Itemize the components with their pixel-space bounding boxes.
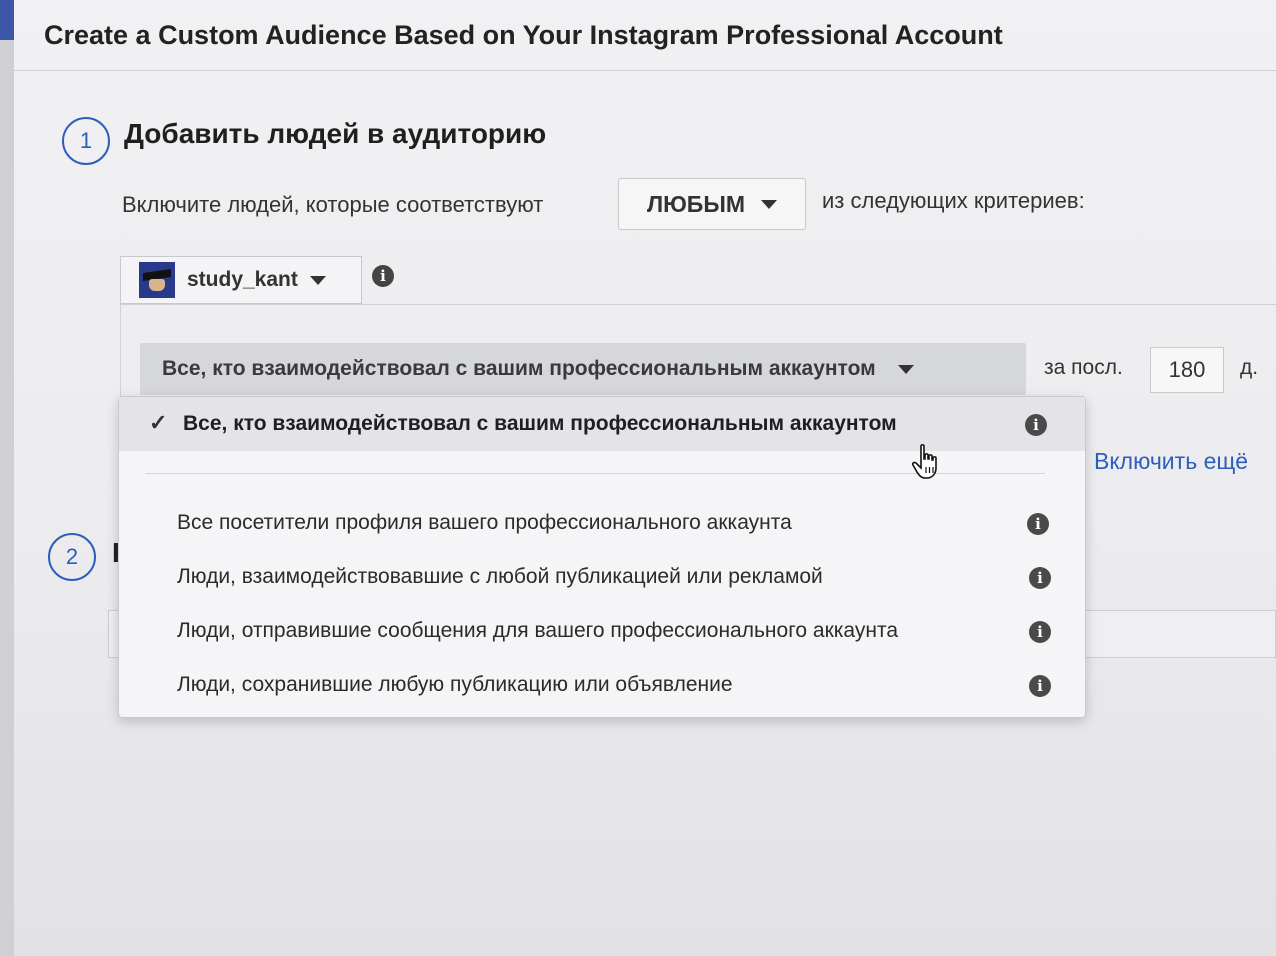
match-type-value: ЛЮБЫМ bbox=[646, 190, 746, 217]
account-name: study_kant bbox=[187, 268, 298, 291]
include-prefix-text: Включите людей, которые соответствуют bbox=[122, 192, 544, 217]
caret-down-icon bbox=[761, 199, 778, 209]
menu-divider bbox=[145, 473, 1045, 474]
step-1-badge: 1 bbox=[62, 117, 110, 165]
menu-item-label: Все посетители профиля вашего профессион… bbox=[177, 511, 792, 534]
dialog-title: Create a Custom Audience Based on Your I… bbox=[44, 20, 1003, 50]
retention-unit: д. bbox=[1240, 356, 1259, 379]
caret-down-icon bbox=[897, 364, 914, 374]
account-selector[interactable]: study_kant bbox=[120, 256, 362, 304]
retention-days-input[interactable]: 180 bbox=[1150, 347, 1224, 393]
menu-item-label: Люди, сохранившие любую публикацию или о… bbox=[177, 673, 733, 696]
include-more-link[interactable]: Включить ещё bbox=[1094, 448, 1248, 475]
info-icon[interactable]: i bbox=[1025, 414, 1047, 436]
step-2-badge: 2 bbox=[48, 533, 96, 581]
match-type-dropdown[interactable]: ЛЮБЫМ bbox=[618, 178, 806, 230]
caret-down-icon bbox=[309, 275, 326, 285]
engagement-type-value: Все, кто взаимодействовал с вашим профес… bbox=[162, 357, 876, 380]
account-avatar bbox=[139, 262, 175, 298]
dialog-header: Create a Custom Audience Based on Your I… bbox=[14, 0, 1276, 71]
info-icon[interactable]: i bbox=[1029, 567, 1051, 589]
menu-item-label: Все, кто взаимодействовал с вашим профес… bbox=[183, 412, 897, 435]
info-icon[interactable]: i bbox=[1029, 621, 1051, 643]
check-icon: ✓ bbox=[149, 410, 168, 435]
include-suffix-text: из следующих критериев: bbox=[822, 188, 1085, 213]
menu-item-label: Люди, взаимодействовавшие с любой публик… bbox=[177, 565, 823, 588]
engagement-type-dropdown[interactable]: Все, кто взаимодействовал с вашим профес… bbox=[140, 343, 1026, 395]
step-1-title: Добавить людей в аудиторию bbox=[124, 118, 547, 149]
retention-label: за посл. bbox=[1044, 356, 1123, 379]
info-icon[interactable]: i bbox=[1027, 513, 1049, 535]
screen-bezel bbox=[0, 0, 14, 956]
menu-item-selected[interactable]: ✓ Все, кто взаимодействовал с вашим проф… bbox=[119, 397, 1085, 451]
info-icon[interactable]: i bbox=[1029, 675, 1051, 697]
info-icon[interactable]: i bbox=[372, 265, 394, 287]
menu-item-label: Люди, отправившие сообщения для вашего п… bbox=[177, 619, 899, 642]
hand-pointer-icon bbox=[912, 444, 937, 479]
